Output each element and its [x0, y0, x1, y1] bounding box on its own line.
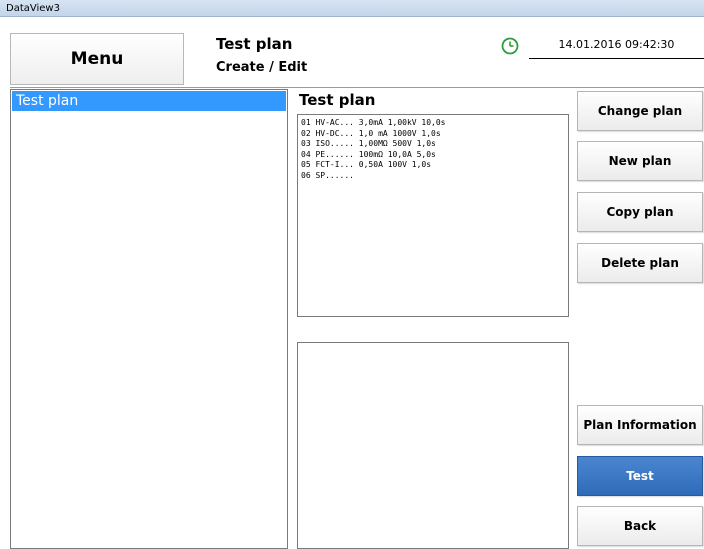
delete-plan-button[interactable]: Delete plan [577, 243, 703, 283]
plan-detail-box[interactable] [297, 342, 569, 549]
list-item-test-plan[interactable]: Test plan [12, 91, 286, 111]
plan-steps-box[interactable]: 01 HV-AC... 3,0mA 1,00kV 10,0s 02 HV-DC.… [297, 114, 569, 317]
header-divider [10, 87, 704, 88]
page-title: Test plan [216, 35, 293, 53]
plan-step: 04 PE...... 100mΩ 10,0A 5,0s [301, 149, 436, 159]
plan-step: 06 SP...... [301, 170, 354, 180]
test-plan-list[interactable]: Test plan [10, 89, 288, 549]
plan-step: 02 HV-DC... 1,0 mA 1000V 1,0s [301, 128, 441, 138]
test-button[interactable]: Test [577, 456, 703, 496]
window-title-bar: DataView3 [0, 0, 704, 17]
menu-button[interactable]: Menu [10, 33, 184, 85]
page-subtitle: Create / Edit [216, 60, 308, 75]
plan-step: 03 ISO..... 1,00MΩ 500V 1,0s [301, 139, 436, 148]
window-title: DataView3 [6, 3, 60, 14]
clock-icon [501, 37, 519, 55]
copy-plan-button[interactable]: Copy plan [577, 192, 703, 232]
change-plan-button[interactable]: Change plan [577, 91, 703, 131]
plan-section-title: Test plan [299, 91, 376, 109]
back-button[interactable]: Back [577, 506, 703, 546]
new-plan-button[interactable]: New plan [577, 141, 703, 181]
plan-information-button[interactable]: Plan Information [577, 405, 703, 445]
plan-step: 05 FCT-I... 0,50A 100V 1,0s [301, 160, 432, 169]
datetime-display: 14.01.2016 09:42:30 [529, 38, 704, 59]
plan-step: 01 HV-AC... 3,0mA 1,00kV 10,0s [301, 118, 446, 127]
